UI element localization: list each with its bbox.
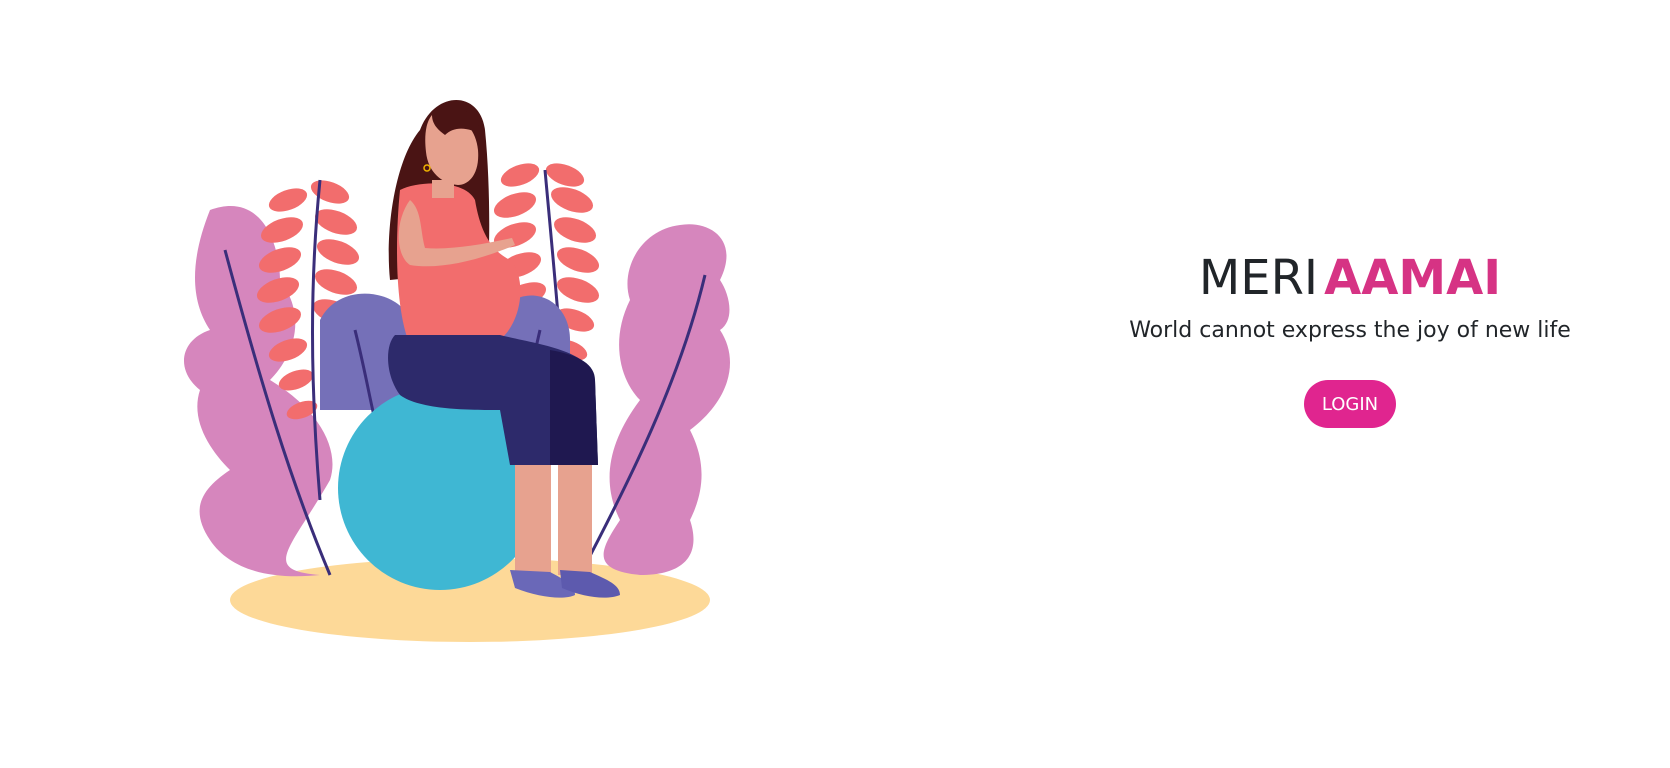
app-title-part1: MERI: [1198, 250, 1319, 306]
hero-section: MERI AAMAI World cannot express the joy o…: [1100, 250, 1600, 429]
app-title: MERI AAMAI: [1100, 250, 1600, 308]
landing-page: MERI AAMAI World cannot express the joy o…: [0, 0, 1670, 768]
pregnant-woman-illustration: [170, 80, 770, 660]
tagline: World cannot express the joy of new life: [1129, 317, 1571, 343]
login-button[interactable]: LOGIN: [1303, 380, 1397, 429]
app-title-brand: AAMAI: [1324, 250, 1502, 306]
pregnant-woman-on-exercise-ball-icon: [183, 100, 730, 642]
